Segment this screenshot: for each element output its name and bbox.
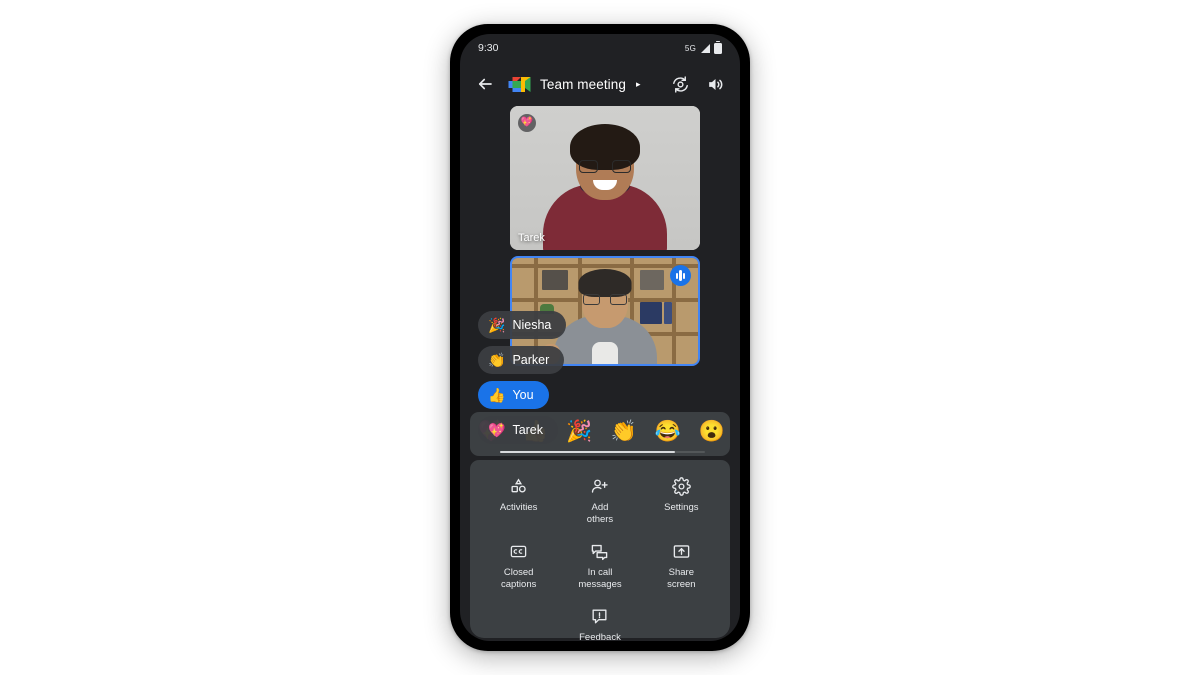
menu-item-share-screen[interactable]: Share screen	[641, 539, 722, 592]
emoji-row-scrollbar-thumb[interactable]	[500, 450, 675, 453]
menu-item-feedback[interactable]: Feedback	[559, 604, 640, 641]
menu-item-settings[interactable]: Settings	[641, 474, 722, 527]
menu-item-closed-captions[interactable]: Closed captions	[478, 539, 559, 592]
reaction-author-name: You	[512, 388, 534, 402]
closed-captions-icon	[509, 541, 529, 561]
menu-item-label: In call messages	[578, 567, 622, 590]
page-title: Team meeting	[540, 76, 626, 92]
share-screen-icon	[671, 541, 691, 561]
participant-video-feed	[510, 106, 700, 250]
video-tile-tarek[interactable]: 💖 Tarek	[510, 106, 700, 250]
network-type-label: 5G	[684, 43, 696, 53]
reaction-chip[interactable]: 💖 Tarek	[478, 416, 559, 444]
reaction-author-name: Niesha	[512, 318, 552, 332]
participant-name-label: Tarek	[518, 232, 545, 244]
phone-device-frame: 9:30 5G Team meeting ▸ 💖 Tarek 🎉 Niesha …	[450, 24, 750, 651]
menu-item-add-others[interactable]: Add others	[559, 474, 640, 527]
menu-item-in-call-messages[interactable]: In call messages	[559, 539, 640, 592]
reaction-emoji: 💖	[488, 422, 506, 438]
emoji-option[interactable]: 😂	[655, 421, 681, 442]
activities-shapes-icon	[509, 476, 529, 496]
reaction-chip-self[interactable]: 👍 You	[478, 381, 549, 409]
app-bar: Team meeting ▸	[460, 64, 740, 104]
feedback-icon	[590, 606, 610, 626]
signal-bars-icon	[701, 43, 710, 53]
video-grid: 💖 Tarek 🎉 Niesha 👏 Parker 👍 You 💖 Tarek	[460, 106, 740, 444]
title-caret-icon[interactable]: ▸	[636, 79, 641, 90]
phone-screen: 9:30 5G Team meeting ▸ 💖 Tarek 🎉 Niesha …	[460, 34, 740, 641]
status-bar-clock: 9:30	[478, 42, 499, 54]
reaction-chip-list: 🎉 Niesha 👏 Parker 👍 You 💖 Tarek	[478, 311, 628, 444]
reaction-author-name: Parker	[512, 353, 550, 367]
chat-bubbles-icon	[590, 541, 610, 561]
menu-item-label: Closed captions	[500, 567, 537, 590]
reaction-emoji: 👍	[488, 387, 506, 403]
battery-icon	[714, 40, 722, 54]
menu-item-activities[interactable]: Activities	[478, 474, 559, 527]
back-arrow-icon[interactable]	[472, 71, 498, 97]
reaction-author-name: Tarek	[512, 423, 544, 437]
menu-item-label: Add others	[586, 502, 614, 525]
reaction-chip[interactable]: 👏 Parker	[478, 346, 565, 374]
reaction-emoji: 🎉	[488, 317, 506, 333]
menu-item-label: Activities	[499, 502, 538, 513]
menu-grid: Activities Add others Settings Closed ca…	[478, 474, 722, 641]
add-person-icon	[590, 476, 610, 496]
emoji-row-scrollbar[interactable]	[500, 450, 705, 453]
menu-item-label: Settings	[664, 502, 699, 513]
reaction-emoji: 👏	[488, 352, 506, 368]
switch-camera-icon[interactable]	[667, 71, 693, 97]
status-bar: 9:30 5G	[460, 34, 740, 62]
more-options-menu: Activities Add others Settings Closed ca…	[470, 460, 730, 641]
menu-item-label: Feedback	[579, 632, 621, 641]
speaker-volume-icon[interactable]	[702, 71, 728, 97]
audio-level-indicator	[670, 265, 691, 286]
emoji-option[interactable]: 😮	[699, 421, 725, 442]
screenshot-canvas: 9:30 5G Team meeting ▸ 💖 Tarek 🎉 Niesha …	[0, 0, 1200, 675]
google-meet-logo-icon	[507, 75, 531, 94]
reaction-chip[interactable]: 🎉 Niesha	[478, 311, 567, 339]
status-bar-indicators: 5G	[684, 40, 722, 54]
sparkling-heart-reaction-badge: 💖	[518, 114, 536, 132]
menu-item-label: Share screen	[667, 567, 696, 590]
gear-icon	[671, 476, 691, 496]
